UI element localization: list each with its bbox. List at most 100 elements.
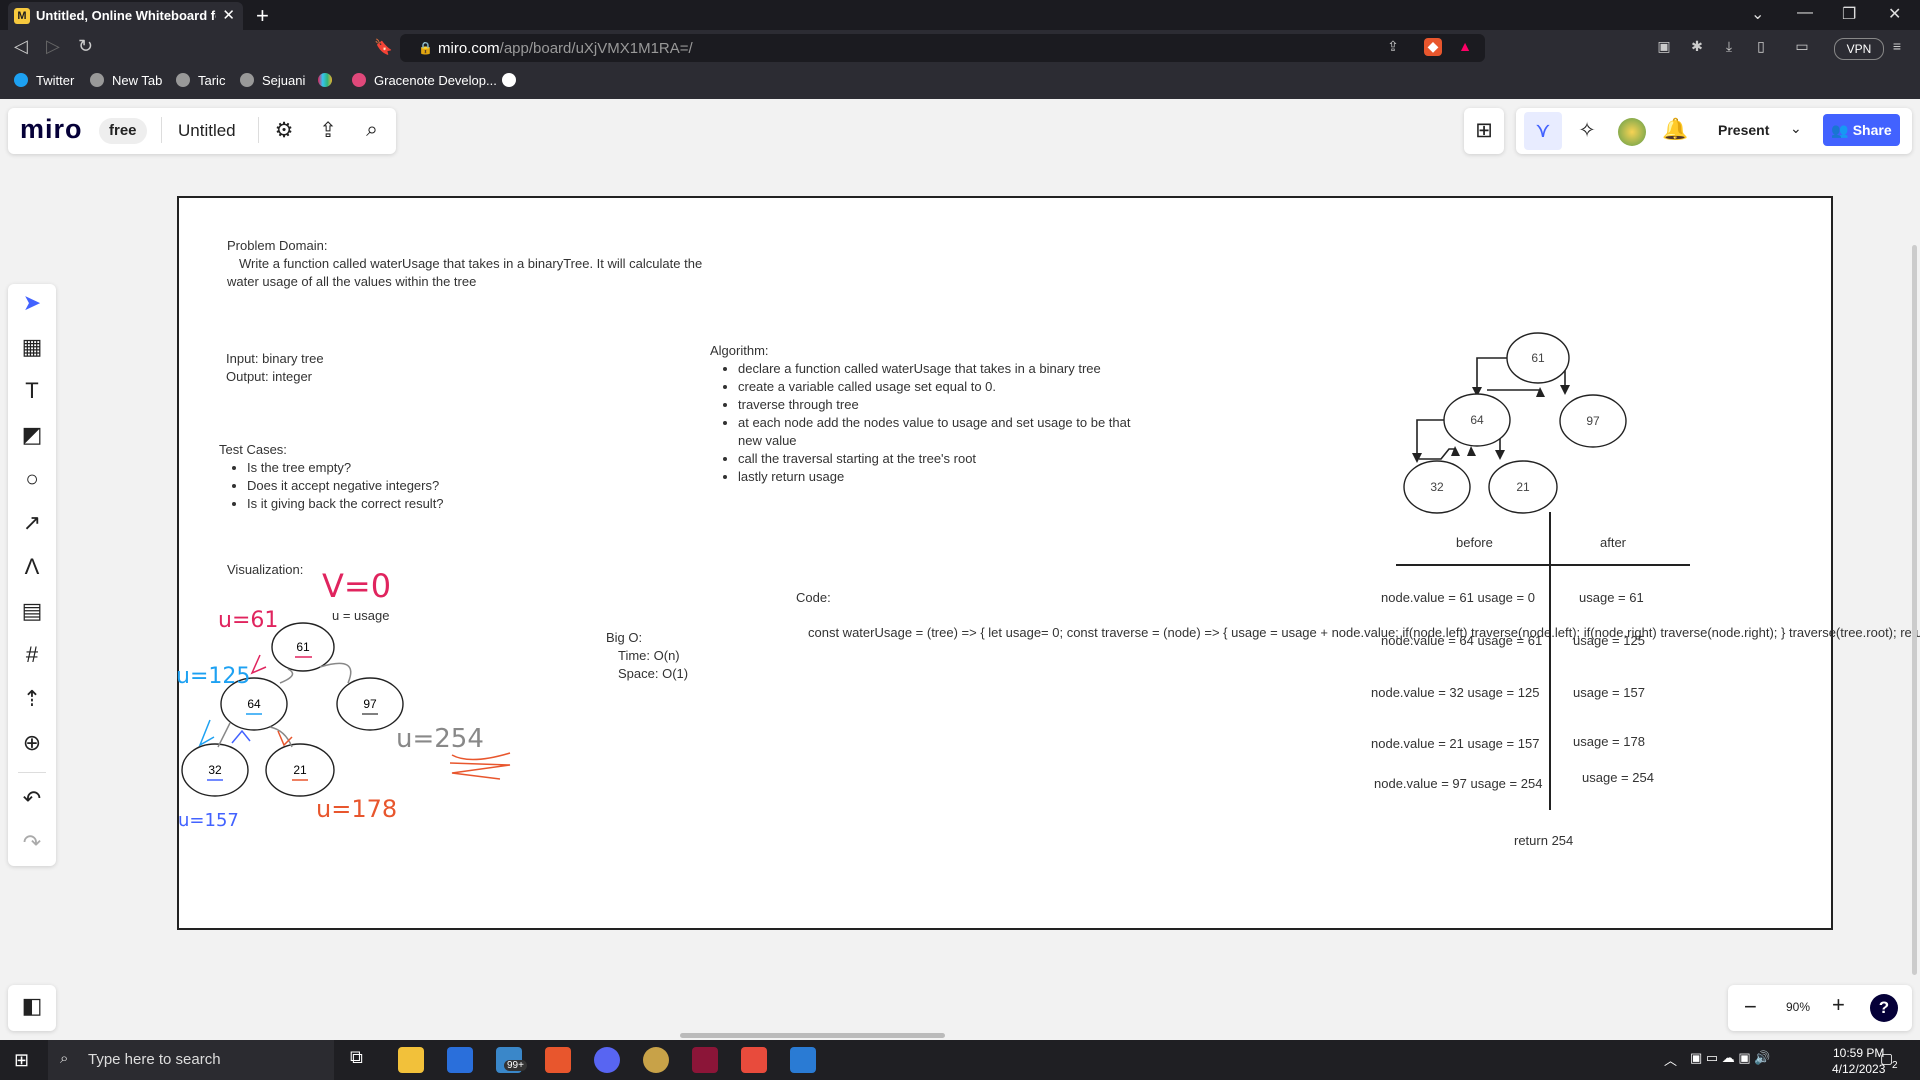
reload-icon[interactable]: ↻ [78, 36, 93, 57]
pen-tool-icon[interactable]: Λ [18, 554, 46, 580]
brave-rewards-icon[interactable]: ▲ [1456, 38, 1474, 56]
table-row-after[interactable]: usage = 254 [1582, 769, 1654, 787]
vscode-icon[interactable] [790, 1047, 816, 1073]
code-title[interactable]: Code: [796, 589, 831, 607]
board-name[interactable]: Untitled [178, 121, 236, 141]
table-row-before[interactable]: node.value = 21 usage = 157 [1371, 735, 1539, 753]
table-row-before[interactable]: node.value = 64 usage = 61 [1381, 632, 1542, 650]
tab-list-chevron-icon[interactable]: ⌄ [1751, 4, 1764, 24]
visualization-drawing[interactable]: 61 64 97 32 21 V=0 u=61 u=125 u=157 u=17… [170, 555, 550, 845]
back-icon[interactable]: ◁ [14, 36, 28, 57]
table-row-before[interactable]: node.value = 97 usage = 254 [1374, 775, 1542, 793]
windows-start-icon[interactable]: ⊞ [14, 1050, 29, 1071]
present-button[interactable]: Present [1718, 122, 1769, 138]
bookmark-sejuani[interactable]: Sejuani [240, 73, 305, 88]
slack-icon[interactable] [318, 73, 340, 88]
more-apps-plus-icon[interactable]: ⊕ [18, 730, 46, 756]
help-button[interactable]: ? [1870, 994, 1898, 1022]
big-o-block[interactable]: Big O: Time: O(n) Space: O(1) [606, 629, 688, 683]
league-client-icon[interactable] [643, 1047, 669, 1073]
table-row-after[interactable]: usage = 125 [1573, 632, 1645, 650]
bookmark-twitter[interactable]: Twitter [14, 73, 74, 88]
table-row-after[interactable]: usage = 61 [1579, 589, 1644, 607]
close-tab-icon[interactable]: ✕ [222, 6, 235, 24]
file-explorer-icon[interactable] [398, 1047, 424, 1073]
store-icon[interactable] [447, 1047, 473, 1073]
export-upload-icon[interactable]: ⇪ [315, 118, 341, 143]
bookmark-new-tab[interactable]: New Tab [90, 73, 162, 88]
discord-icon[interactable] [594, 1047, 620, 1073]
bookmark-gracenote[interactable]: Gracenote Develop... [352, 73, 497, 88]
brave-shields-icon[interactable]: ◆ [1424, 38, 1442, 56]
taskbar-search[interactable]: ⌕ Type here to search [48, 1040, 334, 1080]
upload-icon[interactable]: ⇡ [18, 686, 46, 712]
miro-logo[interactable]: miro [20, 114, 83, 145]
search-icon[interactable]: ⌕ [359, 118, 385, 142]
new-tab-button[interactable]: + [256, 3, 269, 29]
table-row-after[interactable]: usage = 178 [1573, 733, 1645, 751]
extensions-icon[interactable]: ✱ [1688, 38, 1706, 56]
settings-gear-icon[interactable]: ⚙ [271, 118, 297, 143]
wallet-icon[interactable]: ▭ [1793, 38, 1811, 56]
connector-line-icon[interactable]: ↗ [18, 510, 46, 536]
valorant-icon[interactable] [692, 1047, 718, 1073]
undo-icon[interactable]: ↶ [18, 786, 46, 812]
brave-browser-icon[interactable] [545, 1047, 571, 1073]
bookmark-taric[interactable]: Taric [176, 73, 225, 88]
shape-tool-icon[interactable]: ○ [18, 466, 46, 492]
restore-button[interactable]: ❐ [1842, 4, 1856, 24]
minimize-button[interactable]: — [1797, 4, 1813, 22]
browser-tab[interactable]: M Untitled, Online Whiteboard for V ✕ [8, 2, 243, 30]
text-tool-icon[interactable]: T [18, 378, 46, 404]
output-text: Output: integer [226, 369, 312, 384]
github-icon[interactable] [502, 73, 524, 88]
vpn-button[interactable]: VPN [1834, 38, 1884, 60]
apps-grid-icon[interactable]: ⊞ [1471, 118, 1497, 143]
share-button[interactable]: 👥 Share [1823, 114, 1900, 146]
tray-chevron-icon[interactable]: ︿ [1664, 1050, 1677, 1069]
tree-diagram[interactable]: 61 64 97 32 21 [1395, 325, 1635, 525]
notifications-bell-icon[interactable]: 🔔 [1662, 118, 1688, 142]
table-row-after[interactable]: usage = 157 [1573, 684, 1645, 702]
close-window-button[interactable]: ✕ [1888, 4, 1901, 24]
cursor-reactions-icon[interactable]: ⋎ [1530, 118, 1556, 143]
horizontal-scrollbar[interactable] [680, 1033, 945, 1038]
table-row-before[interactable]: node.value = 61 usage = 0 [1381, 589, 1535, 607]
present-dropdown-chevron-icon[interactable]: ⌄ [1790, 120, 1802, 137]
return-text[interactable]: return 254 [1514, 832, 1573, 850]
sidebar-icon[interactable]: ▯ [1752, 38, 1770, 56]
tray-icons[interactable]: ▣ ▭ ☁ ▣ 🔊 [1690, 1050, 1770, 1066]
menu-icon[interactable]: ≡ [1888, 38, 1906, 56]
zoom-out-icon[interactable]: − [1744, 994, 1757, 1020]
table-row-before[interactable]: node.value = 32 usage = 125 [1371, 684, 1539, 702]
tree-arrowhead [1451, 446, 1460, 456]
problem-domain-block[interactable]: Problem Domain: Write a function called … [227, 237, 702, 291]
algorithm-block[interactable]: Algorithm: declare a function called wat… [710, 342, 1130, 486]
sticky-note-icon[interactable]: ◩ [18, 422, 46, 448]
table-header-before[interactable]: before [1456, 534, 1493, 552]
share-page-icon[interactable]: ⇪ [1384, 38, 1402, 56]
redo-icon[interactable]: ↷ [18, 830, 46, 856]
url-text[interactable]: miro.com/app/board/uXjVMX1M1RA=/ [438, 40, 693, 57]
taskbar-clock[interactable]: 10:59 PM 4/12/2023 [1832, 1045, 1885, 1077]
frame-tool-icon[interactable]: # [18, 642, 46, 668]
bookmark-icon[interactable]: 🔖 [374, 38, 393, 56]
riot-client-icon[interactable] [741, 1047, 767, 1073]
plan-badge[interactable]: free [99, 118, 147, 144]
zoom-in-icon[interactable]: + [1832, 992, 1845, 1018]
downloads-icon[interactable]: ⤓ [1720, 38, 1738, 56]
templates-icon[interactable]: ▦ [18, 334, 46, 360]
code-block[interactable]: const waterUsage = (tree) => { let usage… [808, 624, 1920, 642]
io-block[interactable]: Input: binary tree Output: integer [226, 350, 324, 386]
celebrate-icon[interactable]: ✧ [1574, 118, 1600, 143]
zoom-level[interactable]: 90% [1786, 1000, 1810, 1014]
avatar[interactable] [1618, 118, 1646, 146]
forward-icon[interactable]: ▷ [46, 36, 60, 57]
extension-badge-icon[interactable]: ▣ [1655, 38, 1673, 56]
test-cases-block[interactable]: Test Cases: Is the tree empty? Does it a… [219, 441, 444, 513]
table-header-after[interactable]: after [1600, 534, 1626, 552]
comment-icon[interactable]: ▤ [18, 598, 46, 624]
select-cursor-icon[interactable]: ➤ [18, 290, 46, 316]
task-view-icon[interactable]: ⧉ [350, 1047, 376, 1073]
vertical-scrollbar[interactable] [1912, 245, 1917, 975]
